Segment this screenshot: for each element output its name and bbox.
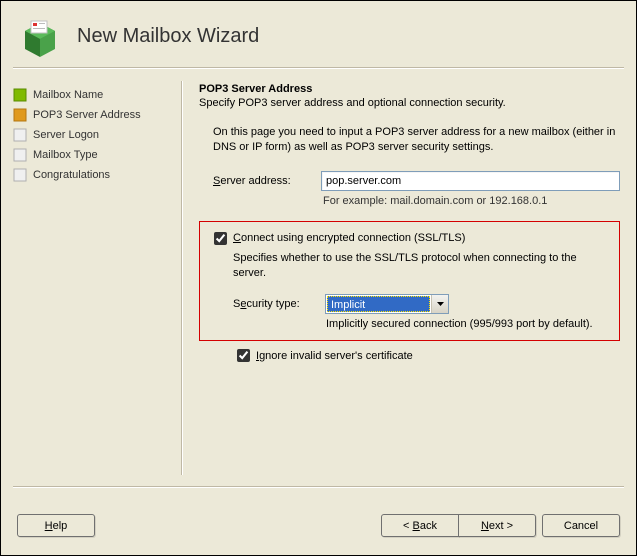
step-pop3-server-address: POP3 Server Address	[13, 105, 165, 125]
cancel-button[interactable]: Cancel	[542, 514, 620, 537]
step-sidebar: Mailbox Name POP3 Server Address Server …	[13, 81, 165, 475]
button-bar-divider	[13, 486, 624, 488]
page-subtitle: Specify POP3 server address and optional…	[199, 97, 620, 109]
step-done-icon	[13, 88, 27, 102]
step-pending-icon	[13, 168, 27, 182]
content-area: Mailbox Name POP3 Server Address Server …	[1, 69, 636, 475]
page-instruction: On this page you need to input a POP3 se…	[213, 125, 620, 155]
next-button[interactable]: Next >	[458, 514, 536, 537]
security-type-value: Implicit	[327, 296, 430, 312]
mailbox-icon	[19, 15, 61, 57]
security-type-select[interactable]: Implicit	[325, 294, 449, 314]
wizard-window: New Mailbox Wizard Mailbox Name POP3 Ser…	[0, 0, 637, 556]
step-congratulations: Congratulations	[13, 165, 165, 185]
step-pending-icon	[13, 148, 27, 162]
step-mailbox-name: Mailbox Name	[13, 85, 165, 105]
ssl-checkbox[interactable]	[214, 232, 227, 245]
step-label: POP3 Server Address	[33, 109, 141, 121]
step-label: Server Logon	[33, 129, 99, 141]
server-address-label: Server address:	[213, 175, 311, 187]
back-button[interactable]: < Back	[381, 514, 459, 537]
page-title: POP3 Server Address	[199, 83, 620, 95]
chevron-down-icon	[437, 302, 444, 306]
wizard-title: New Mailbox Wizard	[77, 25, 259, 48]
security-type-row: Security type: Implicit	[233, 294, 609, 314]
step-label: Congratulations	[33, 169, 110, 181]
ignore-cert-label[interactable]: Ignore invalid server's certificate	[256, 350, 413, 362]
help-button[interactable]: Help	[17, 514, 95, 537]
ignore-cert-checkbox[interactable]	[237, 349, 250, 362]
ssl-checkbox-label[interactable]: Connect using encrypted connection (SSL/…	[233, 232, 465, 244]
ignore-cert-row: Ignore invalid server's certificate	[237, 349, 620, 362]
dropdown-button[interactable]	[431, 295, 448, 313]
step-label: Mailbox Name	[33, 89, 103, 101]
step-label: Mailbox Type	[33, 149, 98, 161]
main-panel: POP3 Server Address Specify POP3 server …	[199, 81, 624, 475]
server-address-input[interactable]	[321, 171, 620, 191]
security-type-label: Security type:	[233, 298, 315, 310]
step-server-logon: Server Logon	[13, 125, 165, 145]
button-bar: Help < Back Next > Cancel	[1, 486, 636, 555]
server-address-hint: For example: mail.domain.com or 192.168.…	[323, 195, 620, 207]
server-address-row: Server address:	[213, 171, 620, 191]
step-current-icon	[13, 108, 27, 122]
ssl-highlight-box: Connect using encrypted connection (SSL/…	[199, 221, 620, 342]
step-mailbox-type: Mailbox Type	[13, 145, 165, 165]
security-type-hint: Implicitly secured connection (995/993 p…	[326, 318, 609, 330]
wizard-header: New Mailbox Wizard	[1, 1, 636, 67]
ssl-checkbox-row: Connect using encrypted connection (SSL/…	[214, 232, 609, 245]
ssl-description: Specifies whether to use the SSL/TLS pro…	[233, 251, 609, 281]
step-pending-icon	[13, 128, 27, 142]
sidebar-divider	[181, 81, 183, 475]
